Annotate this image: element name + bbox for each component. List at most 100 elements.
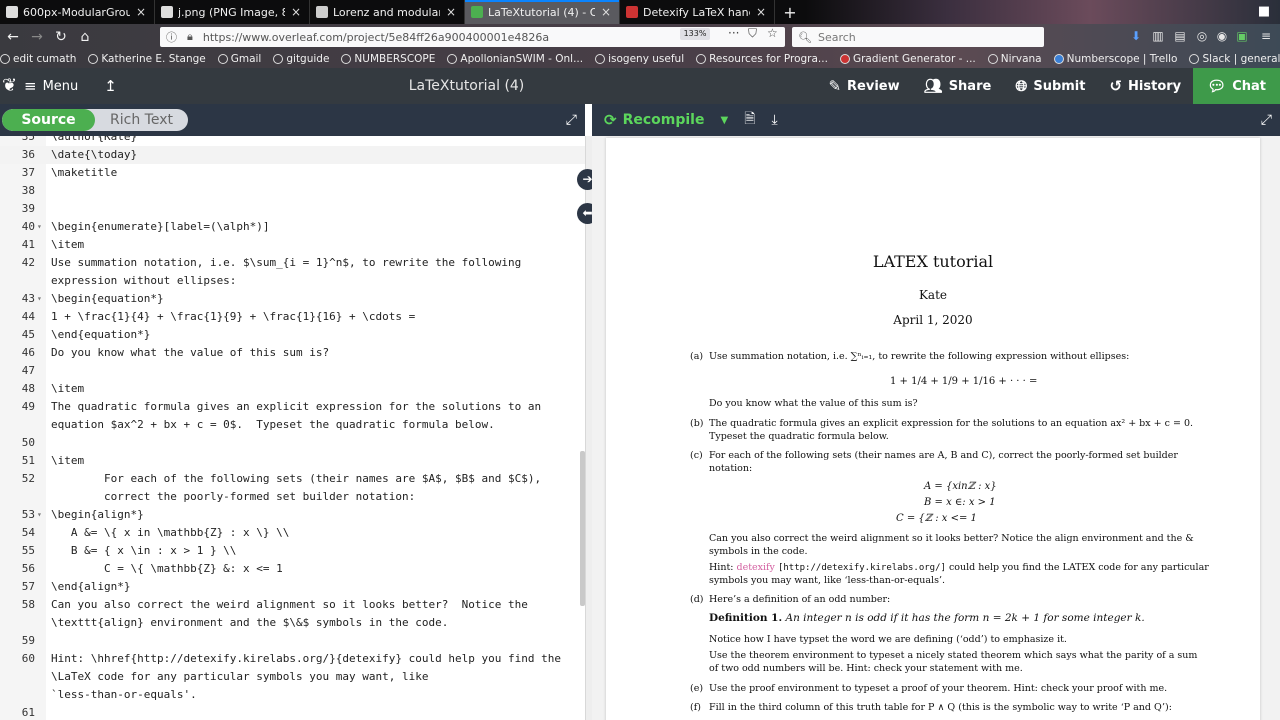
close-tab-icon[interactable]: × [289,5,303,19]
code-text: Do you know what the value of this sum i… [51,346,330,359]
code-line[interactable]: 38 [0,182,585,200]
bookmark-item[interactable]: NUMBERSCOPE [341,53,435,65]
zoom-level-badge[interactable]: 133% [680,28,710,40]
code-line[interactable]: 46 Do you know what the value of this sum… [0,344,585,362]
code-line[interactable]: 58 Can you also correct the weird alignme… [0,596,585,614]
close-tab-icon[interactable]: × [599,5,613,19]
code-line[interactable]: `less-than-or-equals'. [0,686,585,704]
site-info-icon[interactable]: ⓘ [166,29,177,45]
fold-toggle-icon[interactable]: ▾ [37,290,46,308]
code-line[interactable]: 35 \author{Kate} [0,136,585,146]
browser-tab-png-image[interactable]: j.png (PNG Image, 8192 × 20 × [155,0,310,24]
code-line[interactable]: 59 [0,632,585,650]
bookmark-star-icon[interactable]: ☆ [767,26,778,40]
code-line[interactable]: 47 [0,362,585,380]
downloads-icon[interactable]: ⬇ [1128,29,1144,45]
library-icon[interactable]: ▥ [1150,29,1166,45]
code-line[interactable]: correct the poorly-formed set builder no… [0,488,585,506]
submit-button[interactable]: 🌐︎ Submit [1003,68,1097,104]
page-actions-icon[interactable]: ··· [728,26,739,40]
pocket-icon[interactable]: ⛉ [748,26,757,41]
bookmark-item[interactable]: edit cumath [0,53,76,65]
fold-toggle-icon[interactable]: ▾ [37,506,46,524]
code-line[interactable]: 53 ▾ \begin{align*} [0,506,585,524]
item-a-text: Use summation notation, i.e. ∑ⁿᵢ₌₁, to r… [709,351,1130,362]
code-line[interactable]: 49 The quadratic formula gives an explici… [0,398,585,416]
sidebar-icon[interactable]: ▤ [1172,29,1188,45]
search-bar[interactable]: 🔍︎ Search [792,27,1044,47]
recompile-options-caret-icon[interactable]: ▼ [720,115,728,126]
extension-icon[interactable]: ◉ [1214,29,1230,45]
bookmark-item[interactable]: Nirvana [987,53,1042,65]
music-icon [987,54,998,64]
code-line[interactable]: 37 \maketitle [0,164,585,182]
code-editor[interactable]: 35 \author{Kate} 36 \date{\today} 37 \maketit… [0,136,585,720]
bookmark-item[interactable]: gitguide [273,53,329,65]
code-line[interactable]: 42 Use summation notation, i.e. $\sum_{i … [0,254,585,272]
close-tab-icon[interactable]: × [134,5,148,19]
chat-button[interactable]: 💬︎ Chat [1193,68,1280,104]
bookmark-item[interactable]: Katherine E. Stange [88,53,206,65]
bookmark-item[interactable]: Numberscope | Trello [1053,53,1177,65]
browser-tab-overleaf[interactable]: LaTeXtutorial (4) - Online × [465,0,620,24]
header-actions: ✎ Review 👥︎ Share 🌐︎ Submit ↺ History 💬︎ Chat [816,68,1280,104]
code-line[interactable]: 55 B &= { x \in : x > 1 } \\ [0,542,585,560]
code-line[interactable]: 54 A &= \{ x in \mathbb{Z} : x \} \\ [0,524,585,542]
code-line[interactable]: 50 [0,434,585,452]
history-button[interactable]: ↺ History [1097,68,1193,104]
code-line[interactable]: equation $ax^2 + bx + c = 0$. Typeset th… [0,416,585,434]
fold-toggle-icon[interactable]: ▾ [37,218,46,236]
code-line[interactable]: 60 Hint: \hhref{http://detexify.kirelabs.… [0,650,585,668]
bookmark-item[interactable]: Gmail [217,53,261,65]
code-line[interactable]: \LaTeX code for any particular symbols y… [0,668,585,686]
code-line[interactable]: 61 [0,704,585,720]
code-line[interactable]: 52 For each of the following sets (their… [0,470,585,488]
code-line[interactable]: 48 \item [0,380,585,398]
browser-tab-detexify[interactable]: Detexify LaTeX handwriting × [620,0,775,24]
extension-icon[interactable]: ◎ [1194,29,1210,45]
bookmark-item[interactable]: Slack | general | Numb... [1189,53,1280,65]
close-tab-icon[interactable]: × [754,5,768,19]
bookmark-item[interactable]: ApollonianSWIM - Onl... [447,53,583,65]
detexify-link[interactable]: detexify [737,562,775,573]
close-window-icon[interactable]: ■ [1256,4,1272,20]
reload-icon[interactable]: ↻ [50,26,72,48]
review-button[interactable]: ✎ Review [816,68,911,104]
recompile-button[interactable]: ⟳ Recompile [604,111,704,129]
rich-text-mode-button[interactable]: Rich Text [95,109,188,131]
page-favicon-icon [316,6,328,18]
expand-editor-icon[interactable]: ⤢ [566,112,577,128]
code-line[interactable]: 36 \date{\today} [0,146,585,164]
code-line[interactable]: 43 ▾ \begin{equation*} [0,290,585,308]
download-pdf-icon[interactable]: ⤓ [771,112,777,128]
code-line[interactable]: expression without ellipses: [0,272,585,290]
home-icon[interactable]: ⌂ [74,26,96,48]
pdf-preview[interactable]: LATEX tutorial Kate April 1, 2020 (a) Us… [592,136,1280,720]
new-tab-button[interactable]: + [775,0,805,24]
share-button[interactable]: 👥︎ Share [912,68,1004,104]
close-tab-icon[interactable]: × [444,5,458,19]
logs-icon[interactable]: 🗎︎ [744,108,755,132]
code-line[interactable]: 44 1 + \frac{1}{4} + \frac{1}{9} + \frac{… [0,308,585,326]
code-line[interactable]: \texttt{align} environment and the $\&$ … [0,614,585,632]
bookmark-item[interactable]: Resources for Progra... [696,53,828,65]
project-title[interactable]: LaTeXtutorial (4) [0,78,933,94]
hamburger-menu-icon[interactable]: ≡ [1258,29,1274,45]
browser-tab-lorenz[interactable]: Lorenz and modular flow × [310,0,465,24]
forward-arrow-icon[interactable]: → [26,26,48,48]
code-line[interactable]: 56 C = \{ \mathbb{Z} &: x <= 1 [0,560,585,578]
back-arrow-icon[interactable]: ← [2,26,24,48]
bookmark-item[interactable]: Gradient Generator - ... [839,53,976,65]
code-line[interactable]: 40 ▾ \begin{enumerate}[label=(\alph*)] [0,218,585,236]
browser-tab-modular-group[interactable]: 600px-ModularGroup-Fu × [0,0,155,24]
code-line[interactable]: 45 \end{equation*} [0,326,585,344]
bookmark-item[interactable]: isogeny useful [595,53,684,65]
source-mode-button[interactable]: Source [2,109,95,131]
extension-icon[interactable]: ▣ [1234,29,1250,45]
lock-icon[interactable]: 🔒︎ [187,30,193,44]
code-line[interactable]: 39 [0,200,585,218]
code-line[interactable]: 51 \item [0,452,585,470]
code-line[interactable]: 57 \end{align*} [0,578,585,596]
code-line[interactable]: 41 \item [0,236,585,254]
expand-preview-icon[interactable]: ⤢ [1261,112,1272,128]
